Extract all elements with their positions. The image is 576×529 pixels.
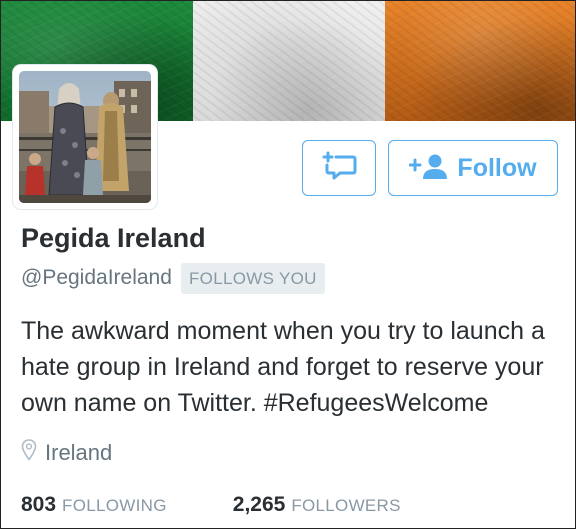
profile-handle[interactable]: @PegidaIreland <box>21 266 172 290</box>
profile-display-name[interactable]: Pegida Ireland <box>21 223 206 254</box>
avatar[interactable] <box>13 65 157 209</box>
follow-button[interactable]: Follow <box>388 140 558 196</box>
location-text: Ireland <box>45 439 113 465</box>
profile-card: Follow Pegida Ireland @PegidaIreland FOL… <box>0 0 576 529</box>
followers-stat[interactable]: 2,265 FOLLOWERS <box>233 493 401 517</box>
add-person-icon <box>408 152 449 185</box>
profile-stats: 803 FOLLOWING 2,265 FOLLOWERS <box>21 493 467 517</box>
banner-flag-orange <box>385 1 575 121</box>
followers-label: FOLLOWERS <box>291 496 401 515</box>
follows-you-badge: FOLLOWS YOU <box>181 263 325 294</box>
location-pin-icon <box>21 439 37 466</box>
direct-message-icon <box>321 150 357 187</box>
following-stat[interactable]: 803 FOLLOWING <box>21 493 167 517</box>
direct-message-button[interactable] <box>302 140 376 196</box>
followers-count: 2,265 <box>232 493 286 516</box>
profile-bio: The awkward moment when you try to launc… <box>21 317 545 417</box>
profile-location: Ireland <box>21 439 112 466</box>
following-label: FOLLOWING <box>62 496 167 515</box>
banner-flag-white <box>193 1 385 121</box>
avatar-photo <box>19 71 151 203</box>
following-count: 803 <box>21 493 57 516</box>
follow-button-label: Follow <box>457 153 537 182</box>
